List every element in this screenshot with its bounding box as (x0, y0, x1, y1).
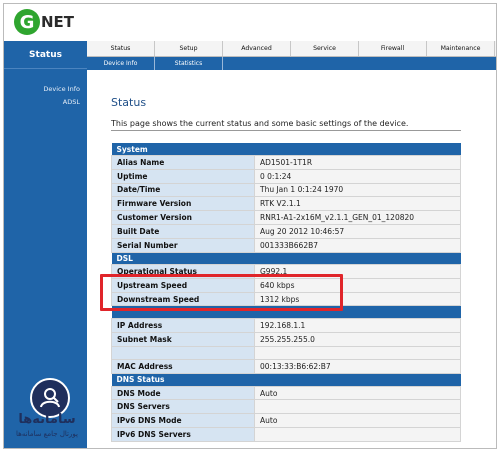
table-row: Subnet Mask 255.255.255.0 (111, 331, 461, 347)
logo-text: NET (41, 13, 75, 31)
logo-badge: G (14, 9, 40, 35)
table-row: DNS Servers (111, 399, 461, 415)
watermark-subtitle: پورتال جامع سامانه‌ها (16, 430, 78, 438)
row-value: Thu Jan 1 0:1:24 1970 (254, 182, 461, 198)
row-value (254, 345, 461, 361)
section-header-system: System (111, 143, 461, 156)
table-row: MAC Address 00:13:33:B6:62:B7 (111, 359, 461, 375)
row-value: RTK V2.1.1 (254, 196, 461, 212)
table-row: IP Address 192.168.1.1 (111, 317, 461, 333)
subtab-statistics[interactable]: Statistics (155, 57, 223, 70)
row-value: 0 0:1:24 (254, 168, 461, 184)
section-header-dsl: DSL (111, 252, 461, 265)
table-row: Built Date Aug 20 2012 10:46:57 (111, 223, 461, 239)
row-value (254, 399, 461, 415)
row-label: MAC Address (111, 359, 255, 375)
row-value (254, 427, 461, 442)
main-content: Status This page shows the current statu… (87, 70, 496, 448)
row-label: Subnet Mask (111, 331, 255, 347)
row-value: 00:13:33:B6:62:B7 (254, 359, 461, 375)
top-nav: Status Setup Advanced Service Firewall M… (87, 41, 496, 57)
row-label: Customer Version (111, 210, 255, 225)
sidebar-item-device-info[interactable]: Device Info (4, 83, 87, 96)
table-row: IPv6 DNS Mode Auto (111, 413, 461, 429)
row-value: AD1501-1T1R (254, 155, 461, 170)
table-row: DNS Mode Auto (111, 385, 461, 401)
table-row: Serial Number 001333B662B7 (111, 237, 461, 253)
table-row: IPv6 DNS Servers (111, 427, 461, 442)
row-value: 255.255.255.0 (254, 331, 461, 347)
row-label: Built Date (111, 223, 255, 239)
row-value: Auto (254, 385, 461, 401)
page-description: This page shows the current status and s… (111, 119, 409, 128)
row-value: Auto (254, 413, 461, 429)
tab-service[interactable]: Service (291, 41, 359, 56)
row-label: Date/Time (111, 182, 255, 198)
table-row: Alias Name AD1501-1T1R (111, 155, 461, 170)
row-label: IP Address (111, 317, 255, 333)
speed-highlight-box (100, 274, 343, 311)
watermark-title: سامانه‌ها (18, 412, 76, 427)
tab-maintenance[interactable]: Maintenance (427, 41, 495, 56)
divider (111, 130, 461, 131)
row-value: Aug 20 2012 10:46:57 (254, 223, 461, 239)
row-value: RNR1-A1-2x16M_v2.1.1_GEN_01_120820 (254, 210, 461, 225)
table-row: Customer Version RNR1-A1-2x16M_v2.1.1_GEN… (111, 210, 461, 225)
header: G NET (4, 4, 496, 41)
table-row: Firmware Version RTK V2.1.1 (111, 196, 461, 212)
tab-firewall[interactable]: Firewall (359, 41, 427, 56)
sub-nav: Device Info Statistics (87, 57, 496, 70)
row-label: Firmware Version (111, 196, 255, 212)
tab-status[interactable]: Status (87, 41, 155, 56)
row-label: Uptime (111, 168, 255, 184)
row-label: Alias Name (111, 155, 255, 170)
row-label: Serial Number (111, 237, 255, 253)
row-label: IPv6 DNS Servers (111, 427, 255, 442)
table-row: Uptime 0 0:1:24 (111, 168, 461, 184)
page-title: Status (111, 96, 147, 109)
row-label: DNS Mode (111, 385, 255, 401)
row-label (111, 345, 255, 361)
row-label: IPv6 DNS Mode (111, 413, 255, 429)
subtab-device-info[interactable]: Device Info (87, 57, 155, 70)
row-value: 001333B662B7 (254, 237, 461, 253)
tab-advanced[interactable]: Advanced (223, 41, 291, 56)
tab-setup[interactable]: Setup (155, 41, 223, 56)
person-search-icon (40, 388, 60, 408)
watermark: سامانه‌ها پورتال جامع سامانه‌ها (6, 378, 88, 442)
table-row: Date/Time Thu Jan 1 0:1:24 1970 (111, 182, 461, 198)
row-label: DNS Servers (111, 399, 255, 415)
table-row (111, 345, 461, 361)
gnet-logo: G NET (14, 9, 74, 35)
sidebar-title: Status (4, 41, 87, 69)
sidebar-item-adsl[interactable]: ADSL (4, 96, 87, 109)
section-header-dns: DNS Status (111, 373, 461, 387)
row-value: 192.168.1.1 (254, 317, 461, 333)
